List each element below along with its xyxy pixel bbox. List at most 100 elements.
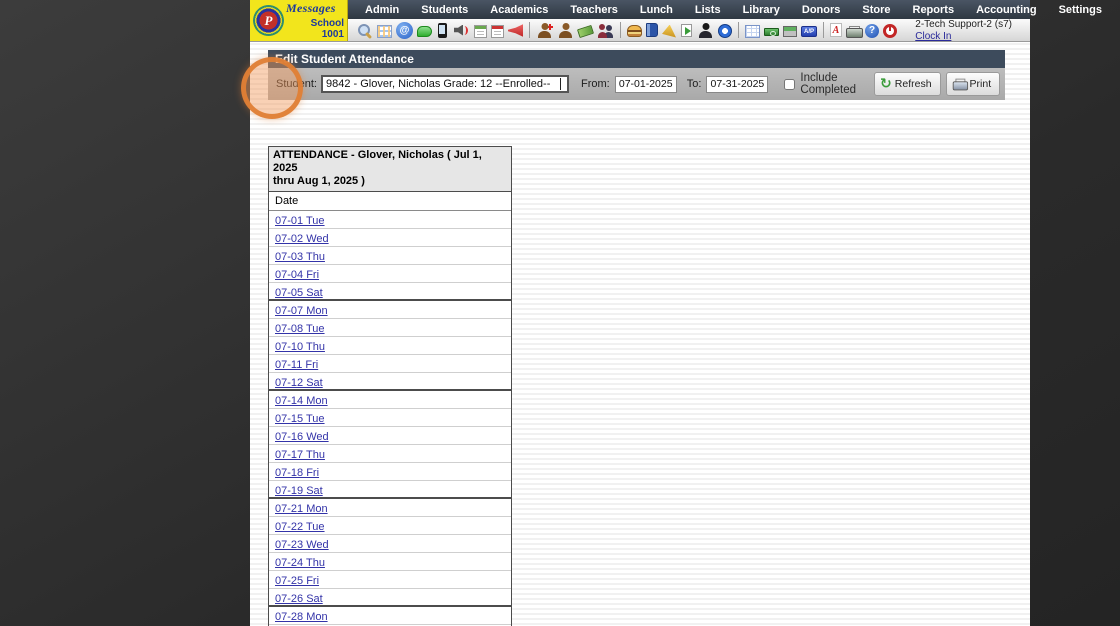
date-link-07-17-thu[interactable]: 07-17 Thu [275,449,325,461]
date-link-07-18-fri[interactable]: 07-18 Fri [275,467,319,479]
nav-item-reports[interactable]: Reports [902,4,966,16]
date-link-07-26-sat[interactable]: 07-26 Sat [275,593,323,605]
attendance-table: ATTENDANCE - Glover, Nicholas ( Jul 1, 2… [268,146,512,626]
toolbar-separator [620,22,621,38]
person-icon[interactable] [557,22,574,39]
search-icon[interactable] [356,22,373,39]
grid-icon[interactable] [745,24,760,38]
calendar-red-icon[interactable] [491,24,504,38]
attendance-row: 07-21 Mon [269,499,511,517]
date-link-07-01-tue[interactable]: 07-01 Tue [275,215,325,227]
date-link-07-11-fri[interactable]: 07-11 Fri [275,359,318,371]
print-button[interactable]: Print [945,72,1001,96]
student-input[interactable] [320,75,569,93]
nav-item-students[interactable]: Students [410,4,479,16]
date-link-07-10-thu[interactable]: 07-10 Thu [275,341,325,353]
student-label: Student: [276,78,317,90]
date-link-07-03-thu[interactable]: 07-03 Thu [275,251,325,263]
nav-item-ts[interactable]: TS [1113,4,1120,16]
calendar-grid-icon[interactable] [377,24,392,38]
include-completed-checkbox[interactable] [784,78,796,90]
power-icon[interactable] [883,23,897,38]
app-logo: Messages School 1001 [250,0,348,41]
nav-item-settings[interactable]: Settings [1048,4,1113,16]
printer-icon [952,78,968,90]
megaphone-icon[interactable] [508,24,523,37]
date-link-07-07-mon[interactable]: 07-07 Mon [275,305,328,317]
ap-icon[interactable] [801,25,817,37]
attendance-row: 07-22 Tue [269,517,511,535]
nav-item-teachers[interactable]: Teachers [559,4,629,16]
user-info: 2-Tech Support-2 (s7) Clock In [915,20,1012,42]
people-icon[interactable] [597,22,614,39]
date-link-07-28-mon[interactable]: 07-28 Mon [275,611,328,623]
attendance-row: 07-19 Sat [269,481,511,499]
panel-title: Edit Student Attendance [268,50,1005,68]
register-icon[interactable] [783,25,797,37]
attendance-table-title: ATTENDANCE - Glover, Nicholas ( Jul 1, 2… [269,147,511,192]
nav-item-accounting[interactable]: Accounting [965,4,1048,16]
attendance-row: 07-24 Thu [269,553,511,571]
cash-icon[interactable] [764,28,779,36]
refresh-button[interactable]: ↻ Refresh [874,72,941,96]
date-link-07-05-sat[interactable]: 07-05 Sat [275,287,323,299]
bell-icon[interactable] [662,24,676,38]
text-caret [559,78,561,90]
date-link-07-25-fri[interactable]: 07-25 Fri [275,575,319,587]
attendance-row: 07-14 Mon [269,391,511,409]
nav-item-admin[interactable]: Admin [354,4,410,16]
attendance-row: 07-11 Fri [269,355,511,373]
pdf-icon[interactable] [830,23,842,37]
staff-icon[interactable] [697,22,714,39]
to-date-input[interactable] [706,75,769,93]
icon-toolbar: 2-Tech Support-2 (s7) Clock In [250,19,1030,42]
send-icon[interactable] [681,23,692,37]
book-icon[interactable] [646,23,658,37]
attendance-row: 07-03 Thu [269,247,511,265]
nav-item-lists[interactable]: Lists [684,4,732,16]
attendance-row: 07-17 Thu [269,445,511,463]
date-link-07-22-tue[interactable]: 07-22 Tue [275,521,325,533]
lunch-icon[interactable] [627,25,642,37]
from-date-input[interactable] [614,75,677,93]
date-link-07-02-wed[interactable]: 07-02 Wed [275,233,329,245]
attendance-row: 07-12 Sat [269,373,511,391]
from-label: From: [580,78,610,90]
date-link-07-15-tue[interactable]: 07-15 Tue [275,413,325,425]
date-link-07-21-mon[interactable]: 07-21 Mon [275,503,328,515]
to-label: To: [686,78,702,90]
brand-name: Messages [286,1,336,15]
help-icon[interactable] [865,23,879,38]
attendance-row: 07-28 Mon [269,607,511,625]
attendance-row: 07-25 Fri [269,571,511,589]
toolbar-separator [823,22,824,38]
filter-bar: Student: From: To: Include Completed ↻ R… [268,68,1005,100]
sms-icon[interactable] [417,25,432,37]
ticket-icon[interactable] [576,24,595,39]
date-link-07-19-sat[interactable]: 07-19 Sat [275,485,323,497]
date-link-07-16-wed[interactable]: 07-16 Wed [275,431,329,443]
phone-icon[interactable] [438,22,447,38]
clock-in-link[interactable]: Clock In [915,32,951,42]
date-link-07-24-thu[interactable]: 07-24 Thu [275,557,325,569]
nav-item-store[interactable]: Store [851,4,901,16]
email-at-icon[interactable] [396,21,413,39]
include-completed-label[interactable]: Include Completed [800,72,856,96]
person-add-icon[interactable] [536,21,553,39]
clock-icon[interactable] [718,23,732,38]
date-link-07-12-sat[interactable]: 07-12 Sat [275,377,323,389]
printer-icon[interactable] [846,25,863,38]
nav-item-donors[interactable]: Donors [791,4,852,16]
nav-item-academics[interactable]: Academics [479,4,559,16]
speaker-icon[interactable] [453,22,470,39]
logged-in-user: 2-Tech Support-2 (s7) [915,19,1012,30]
date-link-07-08-tue[interactable]: 07-08 Tue [275,323,325,335]
attendance-row: 07-01 Tue [269,211,511,229]
attendance-row: 07-16 Wed [269,427,511,445]
nav-item-lunch[interactable]: Lunch [629,4,684,16]
date-link-07-14-mon[interactable]: 07-14 Mon [275,395,328,407]
calendar-green-icon[interactable] [474,24,487,38]
date-link-07-23-wed[interactable]: 07-23 Wed [275,539,329,551]
date-link-07-04-fri[interactable]: 07-04 Fri [275,269,319,281]
nav-item-library[interactable]: Library [732,4,791,16]
